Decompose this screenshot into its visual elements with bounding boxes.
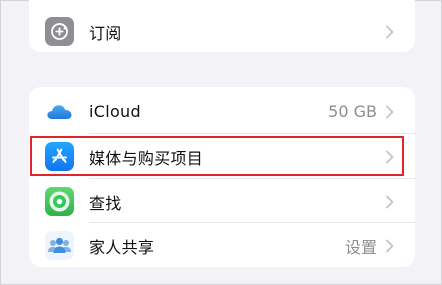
find-my-row[interactable]: 查找 xyxy=(29,179,415,224)
icloud-label: iCloud xyxy=(89,102,141,121)
chevron-right-icon xyxy=(386,105,394,118)
app-store-icon xyxy=(45,142,74,171)
settings-screen: 订阅 iCloud 50 GB 媒体与购买项目 查找 家人共享 设置 xyxy=(0,0,442,285)
subscription-icon xyxy=(45,17,74,46)
storage-value: 50 GB xyxy=(328,102,377,121)
chevron-right-icon xyxy=(386,239,394,252)
setup-value: 设置 xyxy=(344,237,377,257)
chevron-right-icon xyxy=(386,150,394,163)
media-purchases-row[interactable]: 媒体与购买项目 xyxy=(29,134,415,179)
chevron-right-icon xyxy=(386,25,394,38)
subscriptions-group: 订阅 xyxy=(29,0,415,52)
find-my-icon xyxy=(45,187,74,216)
media-purchases-label: 媒体与购买项目 xyxy=(89,148,204,168)
find-my-label: 查找 xyxy=(89,193,122,213)
subscriptions-label: 订阅 xyxy=(89,23,122,43)
account-services-group: iCloud 50 GB 媒体与购买项目 查找 家人共享 设置 xyxy=(29,87,415,267)
family-sharing-row[interactable]: 家人共享 设置 xyxy=(29,223,415,267)
family-sharing-label: 家人共享 xyxy=(89,237,155,257)
subscriptions-row[interactable]: 订阅 xyxy=(29,9,415,52)
chevron-right-icon xyxy=(386,195,394,208)
icloud-row[interactable]: iCloud 50 GB xyxy=(29,89,415,134)
family-sharing-icon xyxy=(45,231,74,260)
icloud-icon xyxy=(45,97,74,126)
